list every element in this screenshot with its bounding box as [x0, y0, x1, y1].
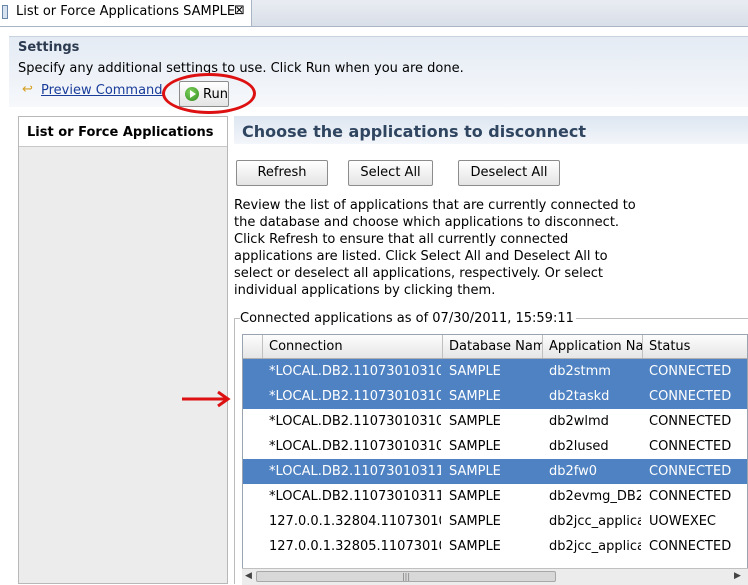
table-row[interactable]: *LOCAL.DB2.11073010310 SAMPLE db2wlmd CONNE…	[243, 409, 747, 434]
table-cell-status: CONNECTED	[649, 464, 732, 479]
table-header: Connection Database Nam Application Na S…	[243, 335, 747, 359]
table-cell-database: SAMPLE	[449, 389, 501, 404]
right-content-panel: Choose the applications to disconnect Re…	[234, 116, 748, 585]
preview-command-icon: ↩	[22, 82, 33, 97]
table-cell-status: CONNECTED	[649, 414, 732, 429]
table-cell-database: SAMPLE	[449, 364, 501, 379]
table-row[interactable]: 127.0.0.1.32805.11073010 SAMPLE db2jcc_app…	[243, 534, 747, 559]
column-header-database-name[interactable]: Database Nam	[443, 335, 543, 358]
instructions-line: individual applications by clicking them…	[234, 283, 496, 298]
table-row[interactable]: *LOCAL.DB2.11073010311 SAMPLE db2evmg_DB2 C…	[243, 484, 747, 509]
editor-area: Settings Specify any additional settings…	[0, 27, 748, 585]
instructions-line: applications are listed. Click Select Al…	[234, 249, 608, 264]
table-cell-database: SAMPLE	[449, 514, 501, 529]
scroll-right-icon[interactable]: ▶	[734, 571, 741, 581]
preview-command-link[interactable]: Preview Command	[41, 83, 163, 98]
instructions-line: Click Refresh to ensure that all current…	[234, 232, 569, 247]
table-cell-database: SAMPLE	[449, 539, 501, 554]
table-cell-database: SAMPLE	[449, 439, 501, 454]
instructions-text: Review the list of applications that are…	[234, 197, 636, 299]
table-cell-application: db2taskd	[549, 389, 610, 404]
connected-applications-label: Connected applications as of 07/30/2011,…	[240, 311, 576, 326]
table-cell-status: UOWEXEC	[649, 514, 717, 529]
table-cell-database: SAMPLE	[449, 414, 501, 429]
table-row[interactable]: *LOCAL.DB2.11073010311 SAMPLE db2fw0 CONNEC…	[243, 459, 747, 484]
editor-tab[interactable]: List or Force Applications SAMPLE ⊠	[0, 0, 252, 26]
table-header-spacer	[243, 335, 263, 358]
scroll-left-icon[interactable]: ◀	[245, 571, 252, 581]
applications-table: Connection Database Nam Application Na S…	[242, 334, 748, 584]
column-header-connection[interactable]: Connection	[263, 335, 443, 358]
editor-tab-title: List or Force Applications SAMPLE	[16, 4, 236, 19]
table-cell-connection: *LOCAL.DB2.11073010310	[269, 364, 441, 379]
settings-description: Specify any additional settings to use. …	[18, 61, 464, 76]
table-cell-connection: 127.0.0.1.32805.11073010	[269, 539, 441, 554]
scrollbar-thumb[interactable]: |||	[256, 571, 556, 582]
run-button-label: Run	[203, 87, 228, 102]
nav-item-label: List or Force Applications	[27, 125, 214, 140]
instructions-line: the database and choose which applicatio…	[234, 215, 620, 230]
table-cell-database: SAMPLE	[449, 489, 501, 504]
deselect-all-button[interactable]: Deselect All	[458, 160, 560, 186]
table-cell-connection: *LOCAL.DB2.11073010311	[269, 464, 441, 479]
instructions-line: select or deselect all applications, res…	[234, 266, 603, 281]
table-cell-application: db2jcc_applica	[549, 514, 641, 529]
refresh-button[interactable]: Refresh	[236, 160, 328, 186]
instructions-line: Review the list of applications that are…	[234, 198, 636, 213]
table-cell-application: db2wlmd	[549, 414, 609, 429]
run-button[interactable]: Run	[179, 81, 229, 107]
table-cell-connection: *LOCAL.DB2.11073010310	[269, 389, 441, 404]
select-all-button[interactable]: Select All	[348, 160, 433, 186]
column-header-status[interactable]: Status	[643, 335, 747, 358]
table-cell-application: db2evmg_DB2	[549, 489, 641, 504]
settings-title: Settings	[18, 40, 80, 55]
table-row[interactable]: *LOCAL.DB2.11073010310 SAMPLE db2taskd CONN…	[243, 384, 747, 409]
editor-tab-bar: List or Force Applications SAMPLE ⊠	[0, 0, 748, 27]
table-cell-status: CONNECTED	[649, 389, 732, 404]
table-row[interactable]: 127.0.0.1.32804.11073010 SAMPLE db2jcc_app…	[243, 509, 747, 534]
nav-item-list-or-force-applications[interactable]: List or Force Applications	[19, 117, 227, 147]
table-cell-application: db2jcc_applica	[549, 539, 641, 554]
left-navigation-panel: List or Force Applications	[18, 116, 228, 584]
content-header: Choose the applications to disconnect	[234, 116, 748, 144]
editor-tab-icon	[2, 5, 8, 19]
table-row[interactable]: *LOCAL.DB2.11073010310 SAMPLE db2lused CONN…	[243, 434, 747, 459]
table-cell-database: SAMPLE	[449, 464, 501, 479]
table-cell-connection: *LOCAL.DB2.11073010311	[269, 489, 441, 504]
horizontal-scrollbar[interactable]: ◀ ||| ▶	[242, 568, 748, 585]
content-title: Choose the applications to disconnect	[242, 122, 586, 141]
column-header-application-name[interactable]: Application Na	[543, 335, 643, 358]
run-play-icon	[185, 87, 199, 101]
table-cell-application: db2lused	[549, 439, 609, 454]
table-cell-status: CONNECTED	[649, 489, 732, 504]
table-cell-application: db2fw0	[549, 464, 598, 479]
close-tab-icon[interactable]: ⊠	[234, 3, 245, 18]
table-cell-application: db2stmm	[549, 364, 611, 379]
table-cell-status: CONNECTED	[649, 439, 732, 454]
table-cell-status: CONNECTED	[649, 539, 732, 554]
table-cell-status: CONNECTED	[649, 364, 732, 379]
table-row[interactable]: *LOCAL.DB2.11073010310 SAMPLE db2stmm CONNE…	[243, 359, 747, 384]
table-cell-connection: *LOCAL.DB2.11073010310	[269, 439, 441, 454]
table-cell-connection: *LOCAL.DB2.11073010310	[269, 414, 441, 429]
table-cell-connection: 127.0.0.1.32804.11073010	[269, 514, 441, 529]
